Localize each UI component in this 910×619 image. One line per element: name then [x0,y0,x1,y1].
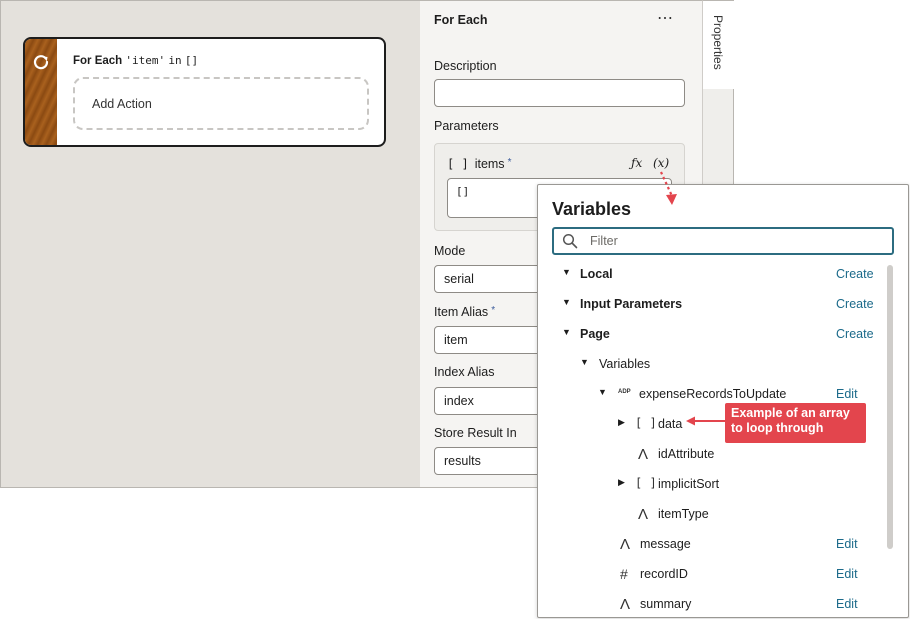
caret-down-icon[interactable]: ▼ [562,297,571,307]
filter-box[interactable] [552,227,894,255]
in-keyword: in [168,54,181,67]
create-input-parameter-link[interactable]: Create [836,297,874,311]
designer-canvas: For Each 'item' in [] Add Action [0,0,420,488]
filter-input[interactable] [588,232,878,250]
edit-message-link[interactable]: Edit [836,537,858,551]
add-action-dropzone[interactable]: Add Action [73,77,369,130]
edit-summary-link[interactable]: Edit [836,597,858,611]
callout-line-1: Example of an array [731,406,866,421]
required-marker: * [508,157,512,168]
item-alias-label: Item Alias* [434,305,495,319]
tree-row-summary[interactable]: Λ summary Edit [538,595,886,617]
string-type-icon: Λ [638,506,648,523]
create-local-link[interactable]: Create [836,267,874,281]
tab-properties[interactable]: Properties [703,1,734,89]
panel-title: For Each [434,13,488,27]
for-each-keyword: For Each [73,55,122,67]
parameters-label: Parameters [434,119,499,133]
array-type-icon: [ ] [635,476,657,490]
string-type-icon: Λ [620,536,630,553]
tree-row-page-variables[interactable]: ▼ Variables [538,355,886,377]
caret-down-icon[interactable]: ▼ [562,267,571,277]
items-label: items [475,157,505,171]
callout-line-2: to loop through [731,421,866,436]
caret-right-icon[interactable]: ▶ [618,477,625,488]
array-expression: [] [185,54,198,67]
tree-row-recordid[interactable]: # recordID Edit [538,565,886,587]
tree-row-idattribute[interactable]: Λ idAttribute [538,445,886,467]
caret-right-icon[interactable]: ▶ [618,417,625,428]
card-title: For Each 'item' in [] [73,54,198,67]
tree-row-itemtype[interactable]: Λ itemType [538,505,886,527]
edit-recordid-link[interactable]: Edit [836,567,858,581]
create-page-variable-link[interactable]: Create [836,327,874,341]
tree-row-local[interactable]: ▼ Local Create [538,265,886,287]
caret-down-icon[interactable]: ▼ [562,327,571,337]
items-param-label: [ ] items* [447,157,511,171]
tree-row-page[interactable]: ▼ Page Create [538,325,886,347]
for-each-action-card[interactable]: For Each 'item' in [] Add Action [23,37,386,147]
ellipsis-icon[interactable]: ⋯ [657,8,674,28]
array-type-icon: [ ] [447,157,469,171]
description-label: Description [434,59,497,73]
caret-down-icon[interactable]: ▼ [580,357,589,367]
tree-row-implicitsort[interactable]: ▶ [ ] implicitSort [538,475,886,497]
scrollbar[interactable] [887,265,893,549]
search-icon [562,233,578,249]
index-alias-label: Index Alias [434,365,494,379]
caret-down-icon[interactable]: ▼ [598,387,607,397]
variables-picker: Variables ▼ Local Create ▼ Input Paramet… [537,184,909,618]
variable-picker-icon[interactable]: (x) [653,156,669,170]
tab-properties-label: Properties [711,15,725,70]
edit-expense-records-link[interactable]: Edit [836,387,858,401]
tree-row-message[interactable]: Λ message Edit [538,535,886,557]
array-type-icon: [ ] [635,416,657,430]
store-result-label: Store Result In [434,426,517,440]
string-type-icon: Λ [638,446,648,463]
mode-label: Mode [434,244,465,258]
variables-title: Variables [552,199,631,220]
description-field[interactable] [434,79,685,107]
card-stripe [25,39,57,145]
number-type-icon: # [620,566,628,582]
tree-row-input-parameters[interactable]: ▼ Input Parameters Create [538,295,886,317]
adp-type-icon: ADP [618,389,631,395]
string-type-icon: Λ [620,596,630,613]
loop-icon [32,53,50,71]
callout-annotation: Example of an array to loop through [725,403,866,443]
function-icon[interactable]: ƒx [631,156,642,170]
item-expression: 'item' [125,54,165,67]
